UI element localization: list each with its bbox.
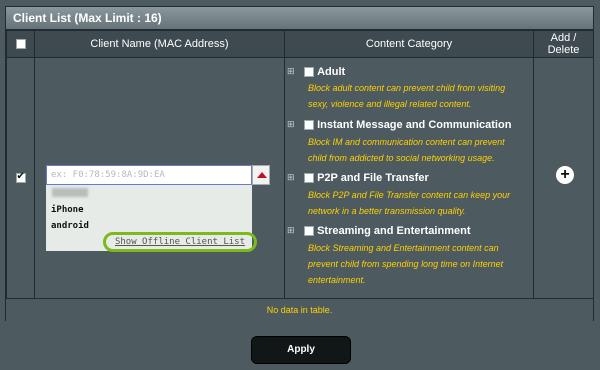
select-all-checkbox[interactable] xyxy=(15,39,26,50)
row-select-cell[interactable] xyxy=(6,57,35,299)
category-title: Streaming and Entertainment xyxy=(317,225,471,237)
column-add-delete: Add / Delete xyxy=(533,30,594,58)
panel-title: Client List (Max Limit : 16) xyxy=(6,7,593,30)
desc-line: Block P2P and File Transfer content can … xyxy=(308,190,511,200)
desc-line: prevent child from spending long time on… xyxy=(308,259,504,269)
category-adult: ⊞ Adult xyxy=(287,66,346,78)
desc-line: Block IM and communication content can p… xyxy=(308,137,505,147)
client-item-android[interactable]: android xyxy=(51,221,89,231)
expand-icon[interactable]: ⊞ xyxy=(287,67,295,76)
select-all-header[interactable] xyxy=(6,30,35,58)
category-title: P2P and File Transfer xyxy=(317,172,429,184)
category-p2p: ⊞ P2P and File Transfer xyxy=(287,172,429,184)
category-title: Adult xyxy=(317,66,346,78)
desc-line: child from addicted to social networking… xyxy=(308,153,495,163)
checkbox-adult[interactable] xyxy=(304,67,314,78)
blurred-client-entry[interactable] xyxy=(52,188,88,197)
category-desc-p2p: Block P2P and File Transfer content can … xyxy=(308,187,540,219)
row-checkbox[interactable] xyxy=(15,171,26,183)
expand-icon[interactable]: ⊞ xyxy=(287,226,295,235)
expand-icon[interactable]: ⊞ xyxy=(287,173,295,182)
client-item-iphone[interactable]: iPhone xyxy=(51,205,84,215)
checkbox-instant-message[interactable] xyxy=(304,120,314,131)
column-content-category: Content Category xyxy=(284,30,534,58)
plus-circle-icon[interactable]: + xyxy=(556,166,574,184)
apply-button[interactable]: Apply xyxy=(251,336,351,364)
client-mac-input[interactable]: ex: F0:78:59:8A:9D:EA xyxy=(46,165,252,185)
desc-line: sexy, violence and illegal related conte… xyxy=(308,99,472,109)
desc-line: entertainment. xyxy=(308,275,366,285)
no-data-message: No data in table. xyxy=(6,299,593,321)
checkbox-streaming[interactable] xyxy=(304,226,314,237)
desc-line: Block Streaming and Entertainment conten… xyxy=(308,243,499,253)
category-title: Instant Message and Communication xyxy=(317,119,512,131)
show-offline-client-list-link[interactable]: Show Offline Client List xyxy=(103,232,257,252)
dropdown-arrow-icon[interactable] xyxy=(252,165,270,185)
category-instant-message: ⊞ Instant Message and Communication xyxy=(287,119,512,131)
table-header-row: Client Name (MAC Address) Content Catego… xyxy=(6,30,594,58)
category-desc-streaming: Block Streaming and Entertainment conten… xyxy=(308,240,540,288)
category-desc-instant-message: Block IM and communication content can p… xyxy=(308,134,540,166)
expand-icon[interactable]: ⊞ xyxy=(287,120,295,129)
desc-line: Block adult content can prevent child fr… xyxy=(308,83,506,93)
category-streaming: ⊞ Streaming and Entertainment xyxy=(287,225,471,237)
desc-line: network in a better transmission quality… xyxy=(308,206,466,216)
checkbox-p2p[interactable] xyxy=(304,173,314,184)
column-client-name: Client Name (MAC Address) xyxy=(34,30,285,58)
category-desc-adult: Block adult content can prevent child fr… xyxy=(308,80,540,112)
